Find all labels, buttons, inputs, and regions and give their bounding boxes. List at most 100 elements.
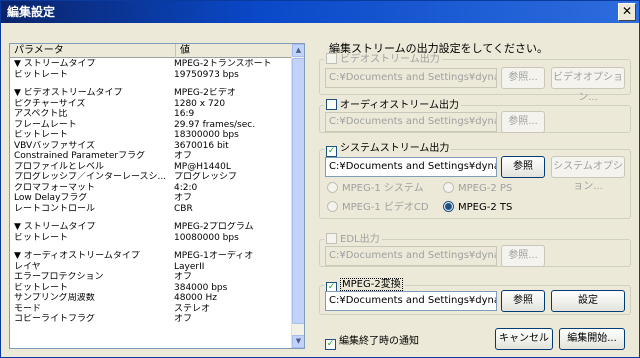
table-row[interactable]: ビットレート 10080000 bps xyxy=(10,233,292,244)
table-row[interactable]: ビットレート 19750973 bps xyxy=(10,70,292,81)
table-row[interactable]: モード ステレオ xyxy=(10,304,292,315)
row-parameter: クロマフォーマット xyxy=(14,182,96,193)
table-row[interactable]: サンプリング周波数 48000 Hz xyxy=(10,293,292,304)
row-parameter: コピーライトフラグ xyxy=(14,314,96,324)
audio-browse-button[interactable]: 参照... xyxy=(501,111,545,133)
row-value: オフ xyxy=(174,193,193,203)
edl-path-field[interactable]: C:¥Documents and Settings¥dynabook¥M xyxy=(325,246,497,266)
row-parameter: プロファイルとレベル xyxy=(14,161,105,172)
audio-path-field[interactable]: C:¥Documents and Settings¥dynabook¥M xyxy=(325,112,497,132)
audio-output-label: オーディオストリーム出力 xyxy=(340,100,459,111)
table-row[interactable]: プログレッシブ／インターレースシ... プログレッシブ xyxy=(10,172,292,183)
scroll-up-icon: ▲ xyxy=(295,46,302,54)
column-header-parameter[interactable]: パラメータ xyxy=(10,44,176,58)
system-options-button[interactable]: システムオプション... xyxy=(551,156,625,192)
row-parameter: ビットレート xyxy=(14,69,69,80)
title-bar: 編集設定 ✕ xyxy=(1,1,639,23)
audio-output-checkbox[interactable]: オーディオストリーム出力 xyxy=(324,99,461,112)
table-row[interactable]: クロマフォーマット 4:2:0 xyxy=(10,183,292,194)
notify-label: 編集終了時の通知 xyxy=(339,336,419,347)
table-row[interactable]: Low Delayフラグ オフ xyxy=(10,193,292,204)
scroll-down-button[interactable]: ▼ xyxy=(292,335,304,348)
row-value: 29.97 frames/sec. xyxy=(174,119,256,130)
vertical-scrollbar[interactable]: ▲ ▼ xyxy=(291,44,304,348)
video-options-button[interactable]: ビデオオプション... xyxy=(551,67,625,103)
system-output-check[interactable]: ✓ xyxy=(326,146,337,157)
video-output-checkbox[interactable]: ビデオストリーム出力 xyxy=(324,53,442,66)
table-row[interactable]: ▼ ストリームタイプ MPEG-2プログラム xyxy=(10,222,292,233)
mpeg2-path-field[interactable]: C:¥Documents and Settings¥dynabook¥M xyxy=(325,291,497,311)
table-row[interactable]: ピクチャーサイズ 1280 x 720 xyxy=(10,99,292,110)
radio-icon xyxy=(443,201,454,212)
row-parameter: レイヤ xyxy=(14,261,41,272)
row-value: 10080000 bps xyxy=(174,232,239,243)
mpeg2-settings-button[interactable]: 設定 xyxy=(551,290,625,312)
radio-label: MPEG-1 システム xyxy=(342,183,424,194)
row-value: MP@H1440L xyxy=(174,161,231,172)
start-edit-button[interactable]: 編集開始... xyxy=(559,328,625,350)
radio-mpeg1-system[interactable]: MPEG-1 システム xyxy=(327,182,424,195)
row-value: 4:2:0 xyxy=(174,182,198,193)
table-row[interactable]: ▼ ビデオストリームタイプ MPEG-2ビデオ xyxy=(10,88,292,99)
row-value: 16:9 xyxy=(174,109,195,119)
table-row[interactable]: アスペクト比 16:9 xyxy=(10,109,292,120)
row-value: CBR xyxy=(174,203,193,214)
table-row[interactable]: ビットレート 18300000 bps xyxy=(10,130,292,141)
table-row[interactable]: VBVバッファサイズ 3670016 bit xyxy=(10,141,292,152)
table-row[interactable]: フレームレート 29.97 frames/sec. xyxy=(10,120,292,131)
row-parameter: ▼ オーディオストリームタイプ xyxy=(14,251,140,261)
audio-output-check[interactable] xyxy=(326,99,337,110)
row-parameter: ビットレート xyxy=(14,130,69,140)
radio-icon xyxy=(327,182,338,193)
table-row[interactable]: コピーライトフラグ オフ xyxy=(10,314,292,325)
table-row[interactable]: レイヤ LayerII xyxy=(10,262,292,273)
row-parameter: ▼ ストリームタイプ xyxy=(14,222,96,232)
parameter-list[interactable]: パラメータ 値 ▼ ストリームタイプ MPEG-2トランスポート ビットレート 19… xyxy=(9,43,305,349)
scroll-up-button[interactable]: ▲ xyxy=(292,44,304,57)
row-parameter: Constrained Parameterフラグ xyxy=(14,151,146,161)
row-value: オフ xyxy=(174,272,193,282)
system-path-field[interactable]: C:¥Documents and Settings¥dynabook¥M xyxy=(325,157,497,177)
edl-output-checkbox[interactable]: EDL出力 xyxy=(324,233,382,246)
row-value: オフ xyxy=(174,314,193,324)
radio-label: MPEG-2 PS xyxy=(458,183,513,194)
row-parameter: レートコントロール xyxy=(14,203,96,214)
table-row[interactable]: ビットレート 384000 bps xyxy=(10,283,292,294)
table-row[interactable]: ▼ オーディオストリームタイプ MPEG-1オーディオ xyxy=(10,251,292,262)
row-value: 384000 bps xyxy=(174,282,228,293)
radio-mpeg1-vcd[interactable]: MPEG-1 ビデオCD xyxy=(327,201,429,214)
radio-mpeg2-ps[interactable]: MPEG-2 PS xyxy=(443,182,512,195)
column-header-value[interactable]: 値 xyxy=(176,44,190,57)
table-row[interactable]: レートコントロール CBR xyxy=(10,204,292,215)
radio-mpeg2-ts[interactable]: MPEG-2 TS xyxy=(443,201,512,214)
notify-checkbox[interactable]: ✓ 編集終了時の通知 xyxy=(325,332,419,350)
row-parameter: ▼ ストリームタイプ xyxy=(14,59,96,69)
row-value: 19750973 bps xyxy=(174,69,239,80)
system-browse-button[interactable]: 参照 xyxy=(501,156,545,178)
close-icon: ✕ xyxy=(621,4,633,18)
video-output-label: ビデオストリーム出力 xyxy=(340,54,440,65)
system-output-checkbox[interactable]: ✓ システムストリーム出力 xyxy=(324,143,452,157)
cancel-button[interactable]: キャンセル xyxy=(495,328,553,350)
row-parameter: アスペクト比 xyxy=(14,109,68,119)
row-value: 18300000 bps xyxy=(174,130,239,140)
table-row[interactable]: プロファイルとレベル MP@H1440L xyxy=(10,162,292,173)
video-path-field[interactable]: C:¥Documents and Settings¥dynabook¥M xyxy=(325,68,497,88)
video-output-check[interactable] xyxy=(326,53,337,64)
row-value: 48000 Hz xyxy=(174,293,217,303)
table-row[interactable]: ▼ ストリームタイプ MPEG-2トランスポート xyxy=(10,59,292,70)
mpeg2-browse-button[interactable]: 参照 xyxy=(501,290,545,312)
scroll-down-icon: ▼ xyxy=(295,337,302,345)
edl-output-check[interactable] xyxy=(326,233,337,244)
close-button[interactable]: ✕ xyxy=(618,3,636,21)
video-browse-button[interactable]: 参照... xyxy=(501,67,545,89)
notify-check[interactable]: ✓ xyxy=(325,339,336,350)
table-row[interactable]: エラープロテクション オフ xyxy=(10,272,292,283)
table-row[interactable]: Constrained Parameterフラグ オフ xyxy=(10,151,292,162)
row-value: MPEG-1オーディオ xyxy=(174,251,254,261)
scroll-thumb[interactable] xyxy=(292,58,304,324)
edl-browse-button[interactable]: 参照... xyxy=(501,245,545,267)
row-value: MPEG-2トランスポート xyxy=(174,59,272,69)
row-parameter: ピクチャーサイズ xyxy=(14,98,86,109)
